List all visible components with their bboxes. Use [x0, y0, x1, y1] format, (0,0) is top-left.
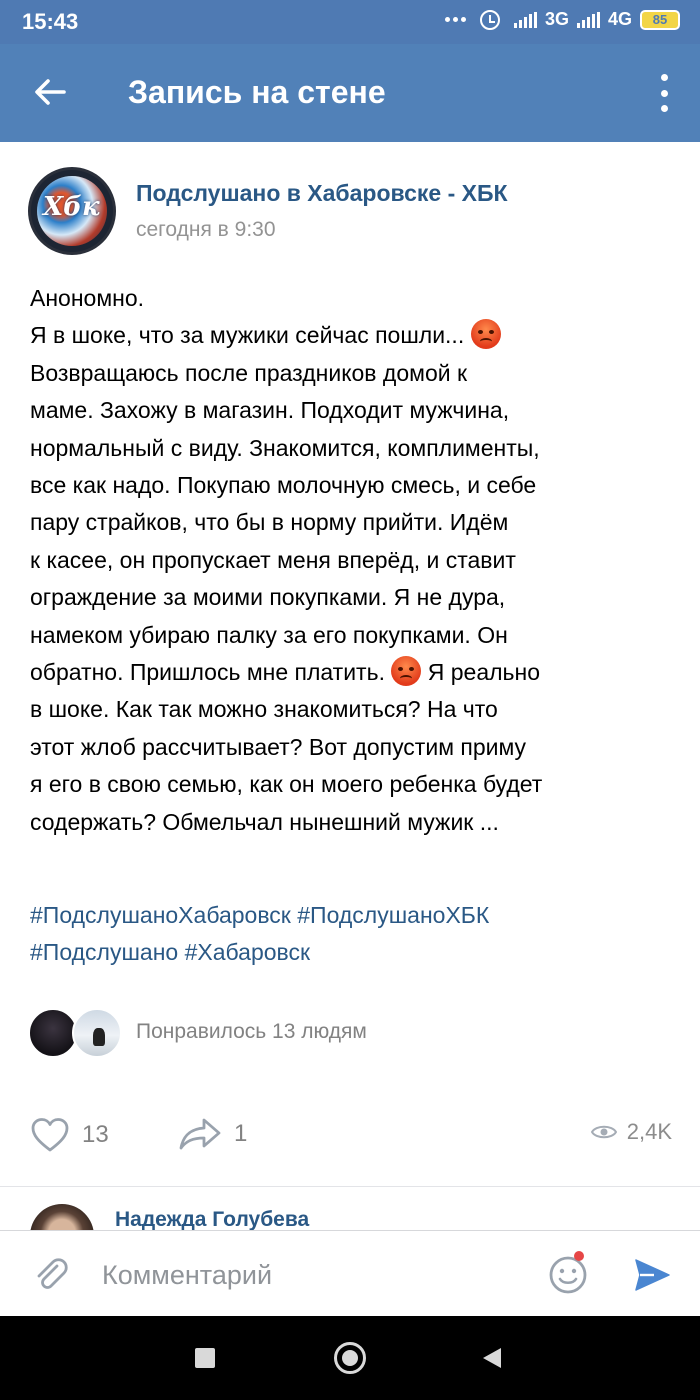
status-icons: 3G 4G 85 — [444, 9, 680, 30]
system-nav-bar — [0, 1316, 700, 1400]
eye-icon — [590, 1125, 617, 1139]
home-button[interactable] — [334, 1342, 366, 1374]
network-label-3g: 3G — [544, 9, 569, 29]
paperclip-icon[interactable] — [30, 1253, 70, 1293]
like-count: 13 — [82, 1121, 109, 1148]
post-line-text: обратно. Пришлось мне платить. — [30, 659, 385, 686]
back-button[interactable] — [483, 1348, 501, 1368]
post-line-text: Я в шоке, что за мужики сейчас пошли... — [30, 322, 465, 349]
post-line: нормальный с виду. Знакомится, комплимен… — [30, 434, 540, 461]
post-line: пару страйков, что бы в норму прийти. Ид… — [30, 509, 509, 536]
send-button[interactable] — [632, 1255, 672, 1295]
more-vertical-icon[interactable] — [658, 74, 670, 112]
views-counter: 2,4K — [590, 1119, 672, 1145]
send-icon — [635, 1259, 670, 1291]
liker-avatar — [72, 1008, 122, 1058]
hashtag-link[interactable]: #Хабаровск — [185, 939, 310, 965]
post-line: все как надо. Покупаю молочную смесь, и … — [30, 472, 537, 499]
notification-dot — [574, 1251, 584, 1261]
post-line: Я в шоке, что за мужики сейчас пошли... — [30, 317, 675, 354]
post-line: содержать? Обмельчал нынешний мужик ... — [30, 808, 499, 835]
angry-face-emoji-icon — [470, 319, 501, 350]
hashtag-link[interactable]: #ПодслушаноХБК — [297, 902, 489, 928]
post-line: этот жлоб рассчитывает? Вот допустим при… — [30, 733, 527, 760]
liker-avatar — [28, 1008, 78, 1058]
like-button[interactable]: 13 — [30, 1117, 109, 1153]
hashtag-link[interactable]: #Подслушано — [30, 939, 178, 965]
status-time: 15:43 — [22, 9, 79, 34]
smile-icon[interactable] — [548, 1255, 588, 1295]
comment-bar — [0, 1230, 700, 1316]
share-button[interactable]: 1 — [178, 1117, 247, 1151]
post-line: Возвращаюсь после праздников домой к — [30, 359, 468, 386]
share-arrow-icon — [179, 1118, 221, 1150]
post-line-text: Я реально — [427, 659, 541, 686]
network-label-4g: 4G — [607, 9, 632, 29]
divider — [0, 1186, 700, 1187]
notification-dots-icon — [444, 17, 466, 22]
post-line: Анономно. — [30, 285, 145, 311]
battery-icon: 85 — [640, 9, 680, 30]
post-text: Анономно. Я в шоке, что за мужики сейчас… — [30, 280, 675, 841]
commenter-name[interactable]: Надежда Голубева — [115, 1208, 309, 1232]
comment-input[interactable] — [102, 1255, 522, 1295]
post-line: ограждение за моими покупками. Я не дура… — [30, 584, 506, 611]
views-count: 2,4K — [626, 1119, 672, 1144]
signal-icon-2 — [576, 11, 600, 28]
recents-button[interactable] — [195, 1348, 215, 1368]
heart-icon — [31, 1118, 69, 1152]
post-line: в шоке. Как так можно знакомиться? На чт… — [30, 696, 498, 723]
post-line: обратно. Пришлось мне платить. Я реально — [30, 654, 675, 691]
post-time: сегодня в 9:30 — [136, 218, 276, 241]
post-line: маме. Захожу в магазин. Подходит мужчина… — [30, 397, 510, 424]
alarm-icon — [479, 9, 500, 30]
app-bar: Запись на стене — [0, 44, 700, 142]
angry-face-emoji-icon — [391, 656, 422, 687]
arrow-left-icon[interactable] — [30, 72, 70, 112]
page-title: Запись на стене — [128, 74, 386, 110]
share-count: 1 — [234, 1120, 248, 1147]
status-bar: 15:43 3G 4G 85 — [0, 0, 700, 44]
post-line: к касее, он пропускает меня вперёд, и ст… — [30, 546, 516, 573]
group-avatar-logo: Хбк — [43, 192, 100, 222]
hashtag-link[interactable]: #ПодслушаноХабаровск — [30, 902, 291, 928]
signal-icon — [513, 11, 537, 28]
group-avatar[interactable]: Хбк — [28, 167, 116, 255]
post-actions: 13 1 2,4K — [0, 1110, 700, 1160]
post-line: я его в свою семью, как он моего ребенка… — [30, 771, 543, 798]
hashtags: #ПодслушаноХабаровск #ПодслушаноХБК #Под… — [30, 897, 675, 971]
group-name-link[interactable]: Подслушано в Хабаровске - ХБК — [136, 180, 508, 207]
likes-summary[interactable]: Понравилось 13 людям — [136, 1020, 367, 1044]
post-line: намеком убираю палку за его покупками. О… — [30, 621, 508, 648]
